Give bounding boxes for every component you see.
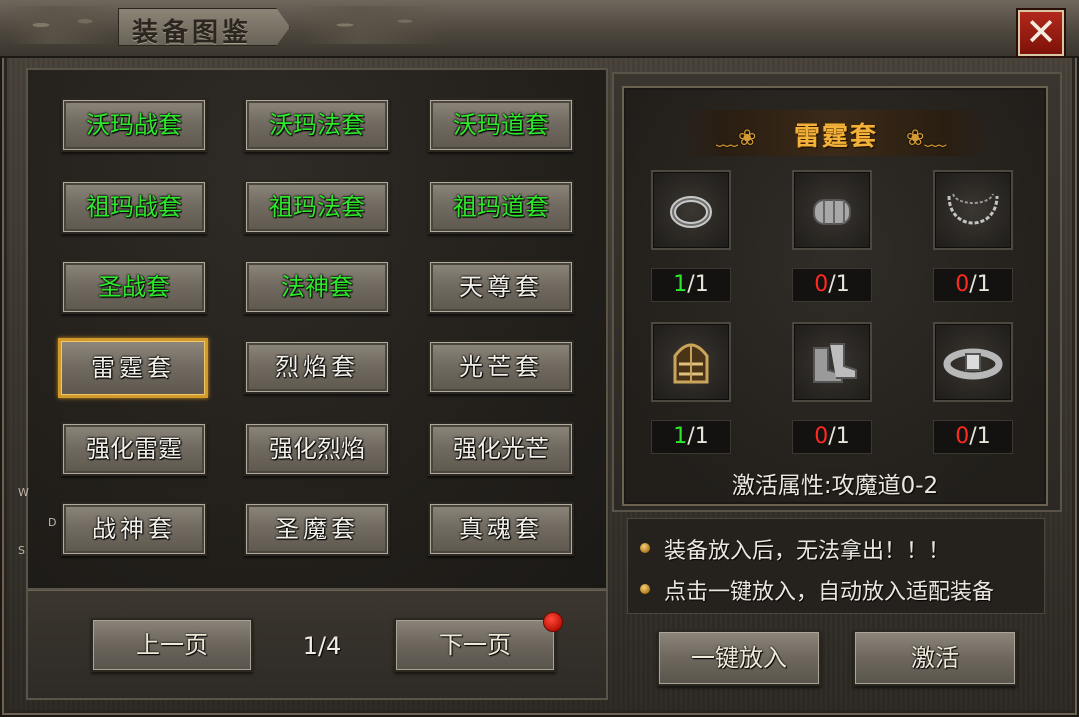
note-bullet-icon	[640, 584, 650, 594]
page-indicator: 1/4	[302, 632, 342, 660]
belt-icon	[943, 348, 1003, 380]
item-slot-ring[interactable]	[651, 170, 731, 250]
item-slot-helmet[interactable]	[651, 322, 731, 402]
set-button[interactable]: 沃玛道套	[428, 98, 574, 152]
set-button[interactable]: 强化雷霆	[61, 422, 207, 476]
item-slot-boots[interactable]	[792, 322, 872, 402]
set-button[interactable]: 战神套	[61, 502, 207, 556]
item-count-helmet: 1/1	[651, 420, 731, 454]
item-slot-necklace[interactable]	[933, 170, 1013, 250]
bracelet-icon	[813, 199, 851, 225]
necklace-icon	[947, 193, 999, 225]
set-button[interactable]: 圣战套	[61, 260, 207, 314]
helmet-icon	[673, 343, 709, 384]
side-letter-w: W	[18, 486, 29, 499]
note-auto-put: 点击一键放入，自动放入适配装备	[664, 580, 995, 605]
set-button[interactable]: 雷霆套	[58, 338, 208, 398]
note-no-remove: 装备放入后，无法拿出！！！	[664, 539, 951, 564]
title-ornament-left	[8, 6, 118, 44]
set-button[interactable]: 真魂套	[428, 502, 574, 556]
set-button[interactable]: 天尊套	[428, 260, 574, 314]
side-letter-d: D	[48, 516, 57, 529]
set-button[interactable]: 法神套	[244, 260, 390, 314]
item-count-ring: 1/1	[651, 268, 731, 302]
prev-page-button[interactable]: 上一页	[91, 618, 253, 672]
next-page-button[interactable]: 下一页	[394, 618, 556, 672]
set-button[interactable]: 圣魔套	[244, 502, 390, 556]
swirl-left-icon: ﹏❀	[716, 126, 757, 151]
set-button[interactable]: 祖玛法套	[244, 180, 390, 234]
set-button[interactable]: 祖玛战套	[61, 180, 207, 234]
note-bullet-icon	[640, 543, 650, 553]
close-icon: ✕	[1025, 10, 1057, 54]
set-button[interactable]: 沃玛法套	[244, 98, 390, 152]
auto-put-button[interactable]: 一键放入	[657, 630, 821, 686]
item-slot-bracelet[interactable]	[792, 170, 872, 250]
swirl-right-icon: ❀﹏	[906, 126, 947, 151]
item-count-boots: 0/1	[792, 420, 872, 454]
set-button[interactable]: 祖玛道套	[428, 180, 574, 234]
item-count-bracelet: 0/1	[792, 268, 872, 302]
set-button[interactable]: 烈焰套	[244, 340, 390, 394]
window-title: 装备图鉴	[132, 18, 253, 48]
side-letter-s: S	[18, 544, 25, 557]
set-title: 雷霆套	[793, 122, 878, 152]
set-button[interactable]: 强化烈焰	[244, 422, 390, 476]
ring-icon	[670, 196, 712, 228]
boots-icon	[813, 343, 857, 383]
activation-attribute: 激活属性:攻魔道0-2	[731, 473, 939, 499]
set-button[interactable]: 光芒套	[428, 340, 574, 394]
set-button[interactable]: 强化光芒	[428, 422, 574, 476]
item-count-belt: 0/1	[933, 420, 1013, 454]
next-page-alert-dot	[543, 612, 563, 632]
title-ornament-right	[300, 6, 450, 44]
close-button[interactable]: ✕	[1018, 10, 1064, 56]
item-count-necklace: 0/1	[933, 268, 1013, 302]
title-bar: 装备图鉴	[0, 0, 1079, 58]
activate-button[interactable]: 激活	[853, 630, 1017, 686]
set-button[interactable]: 沃玛战套	[61, 98, 207, 152]
item-slot-belt[interactable]	[933, 322, 1013, 402]
